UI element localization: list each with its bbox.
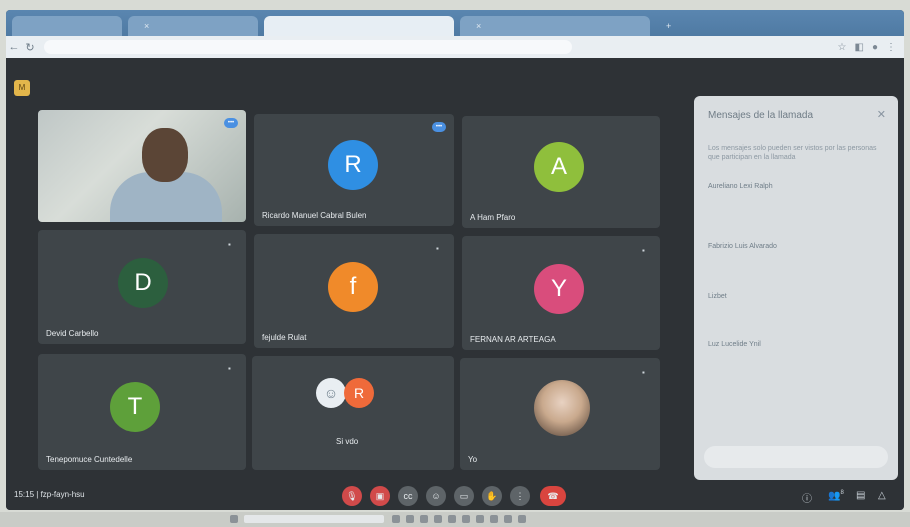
participant-avatar: A [534, 142, 584, 192]
taskbar-icon[interactable] [462, 515, 470, 523]
activities-icon[interactable]: △ [878, 490, 886, 501]
chat-sender: Aureliano Lexi Ralph [708, 183, 773, 190]
taskbar-icon[interactable] [434, 515, 442, 523]
taskbar-icon[interactable] [420, 515, 428, 523]
taskbar-icon[interactable] [490, 515, 498, 523]
info-icon[interactable]: ⓘ [802, 490, 812, 505]
participant-tile[interactable]: R ••• Ricardo Manuel Cabral Bulen [254, 114, 454, 226]
close-icon[interactable]: × [144, 21, 149, 31]
menu-icon[interactable]: ⋮ [886, 42, 896, 53]
mic-off-icon: ▪ [642, 246, 645, 255]
participant-tile[interactable]: T ▪ Tenepomuce Cuntedelle [38, 354, 246, 470]
participant-tile[interactable]: ▪ Yo [460, 358, 660, 470]
meeting-code: fzp-fayn-hsu [40, 490, 85, 499]
mic-off-icon: ▪ [436, 244, 439, 253]
chat-input[interactable] [704, 446, 888, 468]
address-bar: ← ↻ ☆ ◧ ● ⋮ [6, 36, 904, 58]
browser-tab-active[interactable] [264, 16, 454, 36]
mic-off-icon: ▪ [228, 240, 231, 249]
chat-sender: Luz Lucelide Ynil [708, 341, 761, 348]
monitor-screen: × × + ← ↻ ☆ ◧ ● ⋮ M ••• R ••• Ricardo Ma… [6, 10, 904, 510]
new-tab-button[interactable]: + [656, 16, 681, 36]
close-icon[interactable]: × [476, 21, 481, 31]
participant-avatar: f [328, 262, 378, 312]
participant-video-head [142, 128, 188, 182]
chat-sender: Lizbet [708, 293, 727, 300]
back-icon[interactable]: ← [6, 41, 22, 53]
participant-avatar: D [118, 258, 168, 308]
participant-tile[interactable]: Y ▪ FERNAN AR ARTEAGA [462, 236, 660, 350]
participant-name: fejulde Rulat [262, 333, 307, 342]
participant-name: Tenepomuce Cuntedelle [46, 455, 133, 464]
browser-tab[interactable] [12, 16, 122, 36]
meet-logo-icon: M [14, 80, 30, 96]
participant-count: 8 [840, 490, 844, 496]
mic-off-icon: ▪ [642, 368, 645, 377]
participant-tile[interactable]: A A Ham Pfaro [462, 116, 660, 228]
browser-tabbar: × × + [6, 10, 904, 36]
taskbar-icon[interactable] [448, 515, 456, 523]
chat-sender: Fabrizio Luis Alvarado [708, 243, 777, 250]
bookmark-icon[interactable]: ☆ [838, 42, 847, 53]
chat-notice: Los mensajes solo pueden ser vistos por … [708, 145, 877, 161]
taskbar-icon[interactable] [392, 515, 400, 523]
taskbar-icon[interactable] [230, 515, 238, 523]
speaking-indicator-icon: ••• [224, 118, 238, 128]
people-icon[interactable]: 👥8 [828, 490, 844, 501]
participant-name: Devid Carbello [46, 329, 99, 338]
chat-message: Luz Lucelide Ynil [708, 340, 884, 350]
taskbar-search[interactable] [244, 515, 384, 523]
meeting-controls-bar: 15:15 | fzp-fayn-hsu 🎙 ▣ cc ☺ ▭ ✋ ⋮ ☎ ⓘ … [6, 482, 904, 510]
extension-icon[interactable]: ◧ [855, 42, 864, 53]
chat-message: Fabrizio Luis Alvarado [708, 242, 884, 252]
participant-tile[interactable]: ••• [38, 110, 246, 222]
reload-icon[interactable]: ↻ [22, 41, 38, 54]
participant-avatar: Y [534, 264, 584, 314]
taskbar-icon[interactable] [518, 515, 526, 523]
mic-off-icon[interactable]: 🎙 [342, 486, 362, 506]
profile-icon[interactable]: ● [872, 42, 878, 53]
mic-off-icon: ▪ [228, 364, 231, 373]
captions-icon[interactable]: cc [398, 486, 418, 506]
taskbar-icon[interactable] [406, 515, 414, 523]
meeting-info: 15:15 | fzp-fayn-hsu [14, 490, 85, 499]
browser-tab[interactable]: × [460, 16, 650, 36]
browser-tab[interactable]: × [128, 16, 258, 36]
participant-avatar: R [328, 140, 378, 190]
chat-message: Aureliano Lexi Ralph [708, 182, 884, 192]
more-icon[interactable]: ⋮ [510, 486, 530, 506]
taskbar-icon[interactable] [504, 515, 512, 523]
chat-icon[interactable]: ▤ [856, 490, 865, 501]
participant-tile[interactable]: ☺ R Si vdo [252, 356, 454, 470]
hangup-icon[interactable]: ☎ [540, 486, 566, 506]
participant-photo: ☺ [316, 378, 346, 408]
participant-tile[interactable]: f ▪ fejulde Rulat [254, 234, 454, 348]
participant-name: Si vdo [336, 437, 359, 446]
raise-hand-icon[interactable]: ✋ [482, 486, 502, 506]
browser-actions: ☆ ◧ ● ⋮ [838, 42, 896, 53]
present-icon[interactable]: ▭ [454, 486, 474, 506]
participant-name: FERNAN AR ARTEAGA [470, 335, 556, 344]
url-field[interactable] [44, 40, 572, 54]
os-taskbar [0, 512, 910, 527]
participant-avatar: T [110, 382, 160, 432]
camera-off-icon[interactable]: ▣ [370, 486, 390, 506]
chat-panel: Mensajes de la llamada ✕ Los mensajes so… [694, 96, 898, 480]
participant-avatar: R [344, 378, 374, 408]
participant-name: A Ham Pfaro [470, 213, 516, 222]
meeting-time: 15:15 [14, 490, 35, 499]
chat-message: Lizbet [708, 292, 884, 302]
close-icon[interactable]: ✕ [877, 108, 886, 121]
participant-tile[interactable]: D ▪ Devid Carbello [38, 230, 246, 344]
participant-name: Ricardo Manuel Cabral Bulen [262, 211, 367, 220]
participant-photo [534, 380, 590, 436]
taskbar-icon[interactable] [476, 515, 484, 523]
participant-name: Yo [468, 455, 478, 464]
emoji-icon[interactable]: ☺ [426, 486, 446, 506]
chat-panel-title: Mensajes de la llamada [708, 110, 814, 121]
meet-area: M ••• R ••• Ricardo Manuel Cabral Bulen … [6, 58, 904, 510]
speaking-indicator-icon: ••• [432, 122, 446, 132]
